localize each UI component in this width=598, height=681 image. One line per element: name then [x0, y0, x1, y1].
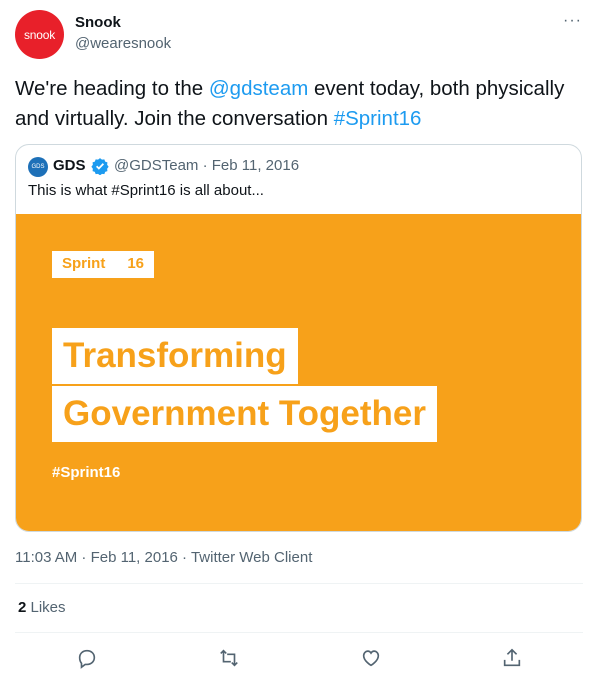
divider	[15, 632, 583, 633]
sprint-number: 16	[127, 255, 145, 272]
share-icon[interactable]	[501, 647, 523, 669]
divider	[15, 583, 583, 584]
tweet-text: We're heading to the @gdsteam event toda…	[15, 74, 575, 134]
quoted-avatar: GDS	[28, 157, 48, 177]
tweet-text-part: We're heading to the	[15, 77, 209, 100]
author-handle[interactable]: @wearesnook	[75, 35, 171, 52]
mention-link[interactable]: @gdsteam	[209, 77, 308, 100]
quoted-media-image[interactable]: Sprint 16 Transforming Government Togethe…	[16, 214, 581, 531]
avatar[interactable]: snook	[15, 10, 64, 59]
likes-count[interactable]: 2 Likes	[18, 599, 66, 616]
tweet-timestamp[interactable]: 11:03 AM · Feb 11, 2016 · Twitter Web Cl…	[15, 549, 312, 566]
sprint-label: Sprint 16	[52, 251, 155, 278]
likes-label: Likes	[26, 599, 66, 616]
media-headline-line-2: Government Together	[52, 386, 438, 442]
like-icon[interactable]	[360, 647, 382, 669]
media-hashtag: #Sprint16	[52, 464, 121, 481]
hashtag-link[interactable]: #Sprint16	[334, 107, 422, 130]
quoted-tweet[interactable]: GDS GDS @GDSTeam · Feb 11, 2016 This is …	[15, 144, 582, 532]
verified-badge-icon	[91, 158, 109, 175]
author-name[interactable]: Snook	[75, 14, 121, 31]
sprint-word: Sprint	[62, 255, 106, 272]
reply-icon[interactable]	[76, 647, 98, 669]
quoted-text: This is what #Sprint16 is all about...	[28, 182, 264, 199]
quoted-meta: @GDSTeam · Feb 11, 2016	[114, 157, 300, 174]
retweet-icon[interactable]	[218, 647, 240, 669]
quoted-author-name: GDS	[53, 157, 86, 174]
more-options-icon[interactable]: ···	[563, 12, 582, 30]
media-headline-line-1: Transforming	[52, 328, 298, 384]
